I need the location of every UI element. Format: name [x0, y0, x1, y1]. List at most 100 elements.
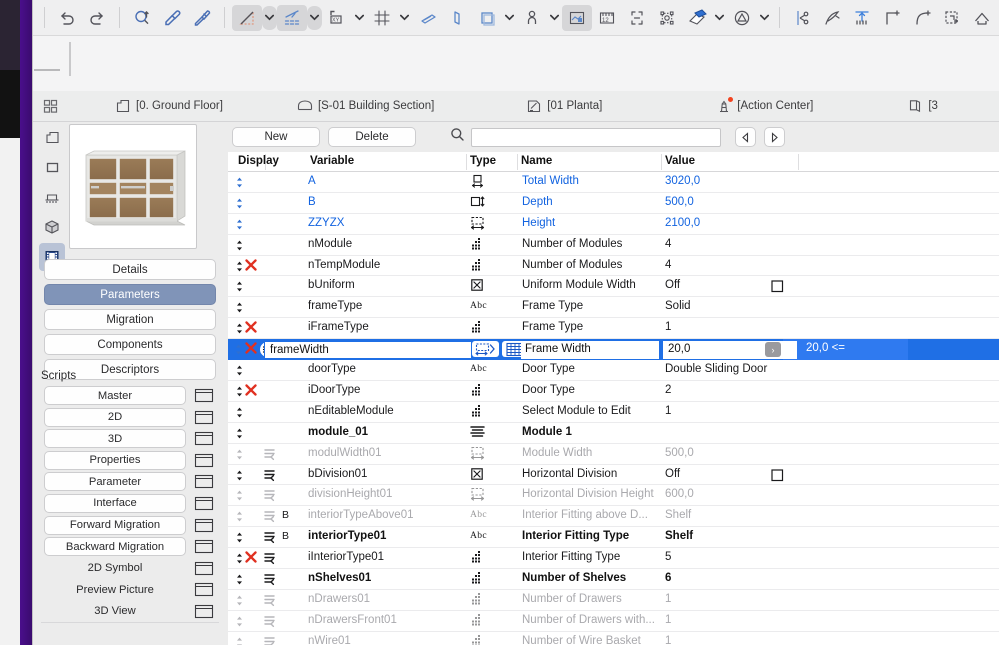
preview-picture[interactable] — [69, 124, 197, 249]
ruler-12-icon[interactable]: 12 — [592, 5, 622, 31]
chevron-down-icon[interactable] — [547, 5, 562, 31]
delete-parameter-button[interactable]: Delete — [328, 127, 416, 147]
table-row[interactable]: nDrawersFront01 Number of Drawers with...… — [228, 611, 999, 632]
chevron-down-icon[interactable] — [712, 5, 727, 31]
xy-origin-icon[interactable]: XY — [322, 5, 352, 31]
new-parameter-button[interactable]: New — [232, 127, 320, 147]
person-icon[interactable] — [517, 5, 547, 31]
tab-action-center[interactable]: [Action Center] — [710, 91, 819, 122]
layers-icon[interactable] — [472, 5, 502, 31]
script-row-2d-symbol[interactable]: 2D Symbol — [44, 559, 216, 578]
rail-section-icon[interactable] — [39, 183, 65, 211]
rail-3d-cube-icon[interactable] — [39, 213, 65, 241]
table-row[interactable]: nEditableModule Select Module to Edit 1 — [228, 402, 999, 423]
perpendicular-icon[interactable] — [442, 5, 472, 31]
script-row-parameter[interactable]: Parameter — [44, 472, 216, 492]
script-button-properties[interactable]: Properties — [44, 450, 186, 470]
node-edit-icon[interactable] — [652, 5, 682, 31]
table-row[interactable]: A Total Width 3020,0 — [228, 172, 999, 193]
table-row-selected[interactable]: BUframeWidthFrame Width20,0›✓20,0 <= — [228, 339, 999, 361]
column-header-type[interactable]: Type — [470, 155, 496, 167]
delete-x-icon[interactable] — [244, 383, 258, 400]
display-stepper-icon[interactable] — [233, 405, 246, 423]
stretch-up-icon[interactable] — [847, 5, 877, 31]
column-header-display[interactable]: Display — [238, 155, 279, 167]
display-stepper-icon[interactable] — [233, 217, 246, 235]
display-stepper-icon[interactable] — [233, 426, 246, 444]
window-icon[interactable] — [192, 517, 216, 534]
window-icon[interactable] — [192, 473, 216, 490]
panel-button-details[interactable]: Details — [44, 259, 216, 280]
script-button-interface[interactable]: Interface — [44, 493, 186, 513]
display-stepper-icon[interactable] — [233, 530, 246, 548]
script-button-preview-picture[interactable]: Preview Picture — [44, 580, 186, 599]
script-button-3d-view[interactable]: 3D View — [44, 602, 186, 621]
chevron-down-icon[interactable] — [262, 5, 277, 30]
script-button-2d[interactable]: 2D — [44, 407, 186, 427]
script-button-forward-migration[interactable]: Forward Migration — [44, 515, 186, 535]
delete-x-icon[interactable] — [244, 258, 258, 275]
table-row[interactable]: module_01 Module 1 — [228, 423, 999, 444]
display-stepper-icon[interactable] — [233, 238, 246, 256]
window-icon[interactable] — [192, 581, 216, 598]
chevron-down-icon[interactable] — [352, 5, 367, 31]
hotspot-icon[interactable] — [622, 5, 652, 31]
chevron-down-icon[interactable] — [307, 5, 322, 30]
display-stepper-icon[interactable] — [233, 300, 246, 318]
fillet-icon[interactable] — [907, 5, 937, 31]
tab-building-section[interactable]: [S-01 Building Section] — [291, 91, 440, 122]
roof-home-icon[interactable] — [967, 5, 997, 31]
table-row[interactable]: bDivision01 Horizontal Division Off — [228, 465, 999, 486]
table-row[interactable]: ZZYZX Height 2100,0 — [228, 214, 999, 235]
search-input[interactable] — [471, 127, 721, 147]
script-row-master[interactable]: Master — [44, 386, 216, 405]
circle-solid-icon[interactable] — [727, 5, 757, 31]
window-icon[interactable] — [192, 560, 216, 577]
window-icon[interactable] — [192, 538, 216, 555]
chevron-down-icon[interactable] — [502, 5, 517, 31]
measure-triangle-icon[interactable] — [232, 4, 262, 31]
display-stepper-icon[interactable] — [233, 635, 246, 645]
zoom-search-icon[interactable] — [127, 5, 157, 31]
script-button-3d[interactable]: 3D — [44, 429, 186, 449]
split-scissors-icon[interactable] — [787, 5, 817, 31]
display-stepper-icon[interactable] — [233, 175, 246, 193]
variable-input[interactable]: frameWidth — [264, 340, 472, 359]
panel-button-parameters[interactable]: Parameters — [44, 284, 216, 305]
value-checkbox[interactable] — [771, 468, 784, 485]
plane-icon[interactable] — [412, 5, 442, 31]
tab-overview-grid-icon[interactable] — [33, 99, 67, 114]
copy-move-icon[interactable] — [937, 5, 967, 31]
offset-corner-icon[interactable] — [877, 5, 907, 31]
display-stepper-icon[interactable] — [233, 572, 246, 590]
eyedropper-icon[interactable] — [157, 5, 187, 31]
redo-icon[interactable] — [82, 5, 112, 31]
chevron-down-icon[interactable] — [397, 5, 412, 31]
script-row-backward-migration[interactable]: Backward Migration — [44, 537, 216, 557]
script-row-3d-view[interactable]: 3D View — [44, 602, 216, 621]
display-stepper-icon[interactable] — [233, 488, 246, 506]
delete-x-icon[interactable] — [244, 320, 258, 337]
expression-expander-button[interactable]: › — [765, 342, 781, 358]
script-button-2d-symbol[interactable]: 2D Symbol — [44, 559, 186, 578]
window-icon[interactable] — [192, 495, 216, 512]
name-input[interactable]: Frame Width — [521, 340, 659, 359]
table-row[interactable]: frameType Abc Frame Type Solid — [228, 297, 999, 319]
delete-x-icon[interactable] — [244, 550, 258, 567]
window-icon[interactable] — [192, 430, 216, 447]
surface-paint-icon[interactable] — [682, 5, 712, 31]
tab-planta[interactable]: [01 Planta] — [520, 91, 608, 122]
script-row-2d[interactable]: 2D — [44, 407, 216, 427]
tab-ground-floor[interactable]: [0. Ground Floor] — [109, 91, 229, 122]
column-header-variable[interactable]: Variable — [310, 155, 354, 167]
table-row[interactable]: divisionHeight01 Horizontal Division Heig… — [228, 485, 999, 507]
value-checkbox[interactable] — [771, 280, 784, 296]
display-stepper-icon[interactable] — [233, 593, 246, 611]
tab-3d[interactable]: [3 — [901, 91, 944, 122]
panel-button-migration[interactable]: Migration — [44, 309, 216, 330]
script-row-properties[interactable]: Properties — [44, 450, 216, 470]
display-stepper-icon[interactable] — [233, 468, 246, 486]
display-stepper-icon[interactable] — [233, 279, 246, 297]
chevron-down-icon[interactable] — [757, 5, 772, 31]
rail-2d-symbol-icon[interactable] — [39, 123, 65, 151]
